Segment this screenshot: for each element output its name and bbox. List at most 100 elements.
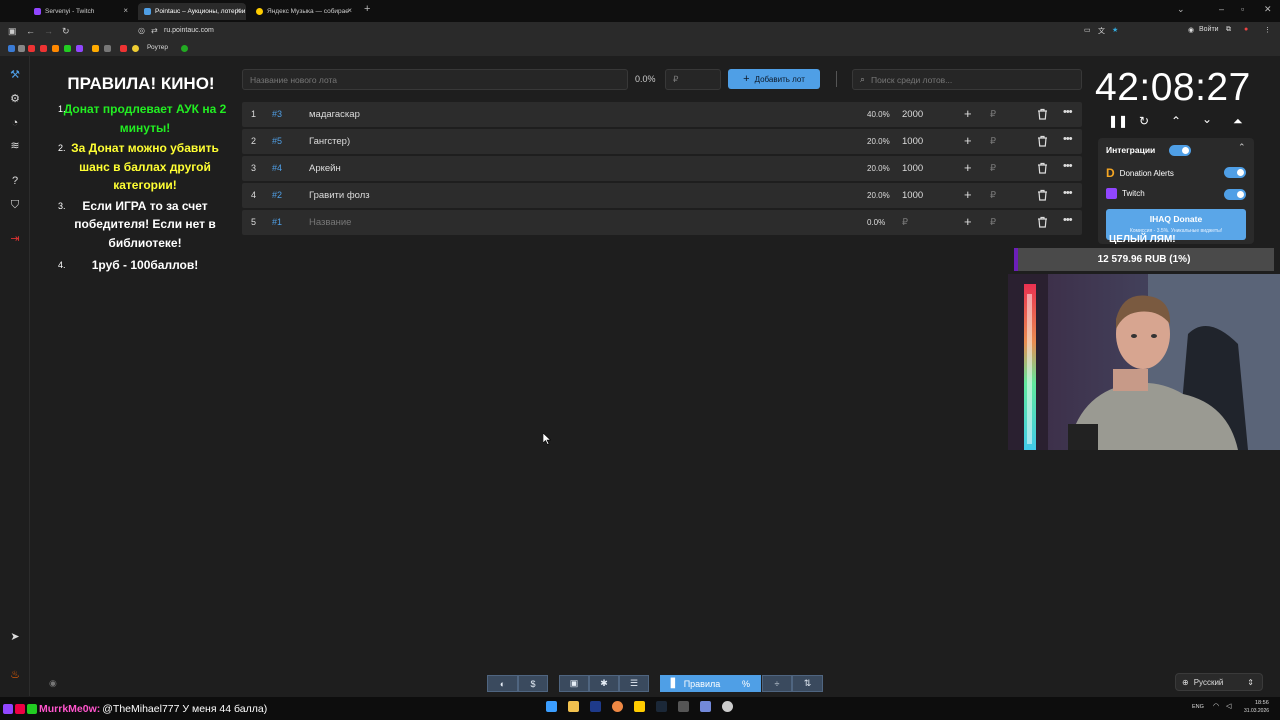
- more-icon[interactable]: •••: [1063, 133, 1073, 145]
- lot-amount-input[interactable]: ₽: [902, 217, 908, 228]
- url-field[interactable]: ru.pointauc.com: [164, 27, 214, 34]
- lot-name[interactable]: Гангстер): [309, 136, 350, 147]
- bookmark-icon[interactable]: [120, 45, 127, 52]
- rules-button[interactable]: ▋ Правила: [660, 675, 731, 692]
- app-taskbar-icon[interactable]: [678, 701, 689, 712]
- pause-icon[interactable]: ❚❚: [1108, 114, 1128, 128]
- browser-taskbar-icon[interactable]: [612, 701, 623, 712]
- delete-icon[interactable]: [1037, 189, 1048, 204]
- collapse-icon[interactable]: ⌃: [1238, 142, 1246, 153]
- help-icon[interactable]: ?: [8, 174, 22, 188]
- close-window-icon[interactable]: ✕: [1264, 4, 1272, 15]
- more-icon[interactable]: •••: [1063, 187, 1073, 199]
- add-amount-icon[interactable]: +: [964, 160, 972, 175]
- bookmark-icon[interactable]: [92, 45, 99, 52]
- delete-icon[interactable]: [1037, 108, 1048, 123]
- donate-button[interactable]: $: [518, 675, 548, 692]
- percent-toggle-button[interactable]: %: [731, 675, 761, 692]
- history-button[interactable]: ☰: [619, 675, 649, 692]
- lot-row[interactable]: 1 #3 мадагаскар 40.0% 2000 + ₽ •••: [242, 102, 1082, 127]
- close-tab-icon[interactable]: ×: [347, 6, 352, 15]
- new-lot-amount-input[interactable]: ₽: [665, 69, 721, 90]
- add-lot-button[interactable]: + Добавить лот: [728, 69, 820, 89]
- abp-icon[interactable]: ●: [1244, 26, 1248, 33]
- save-button[interactable]: ▣: [559, 675, 589, 692]
- lot-name[interactable]: Гравити фолз: [309, 190, 370, 201]
- steam-icon[interactable]: [656, 701, 667, 712]
- lot-row[interactable]: 2 #5 Гангстер) 20.0% 1000 + ₽ •••: [242, 129, 1082, 154]
- amount-input-currency[interactable]: ₽: [990, 109, 996, 120]
- logout-icon[interactable]: ⇥: [8, 232, 22, 246]
- site-settings-icon[interactable]: ⇄: [151, 26, 158, 35]
- bookmark-icon[interactable]: [52, 45, 59, 52]
- bookmark-icon[interactable]: [104, 45, 111, 52]
- obs-icon[interactable]: [722, 701, 733, 712]
- amount-input-currency[interactable]: ₽: [990, 163, 996, 174]
- tab-pointauc[interactable]: Pointauc – Аукционы, лотереи ×: [138, 3, 246, 20]
- login-button[interactable]: Войти: [1199, 26, 1219, 33]
- lot-amount[interactable]: 1000: [902, 136, 923, 147]
- minimize-icon[interactable]: –: [1219, 4, 1224, 14]
- music-taskbar-icon[interactable]: [634, 701, 645, 712]
- chevron-down-icon[interactable]: ⌄: [1202, 112, 1212, 126]
- translate-icon[interactable]: 文: [1098, 26, 1105, 36]
- telegram-icon[interactable]: ➤: [8, 630, 22, 644]
- site-info-icon[interactable]: ◎: [138, 26, 145, 35]
- twitch-toggle[interactable]: [1224, 189, 1246, 200]
- bookmark-icon[interactable]: [40, 45, 47, 52]
- sidebar-toggle-icon[interactable]: ▣: [8, 26, 17, 37]
- new-lot-name-input[interactable]: Название нового лота: [242, 69, 628, 90]
- amount-input-currency[interactable]: ₽: [990, 217, 996, 228]
- tab-list-icon[interactable]: ⌄: [1177, 4, 1185, 15]
- add-amount-icon[interactable]: +: [964, 106, 972, 121]
- reset-icon[interactable]: ↻: [1139, 114, 1149, 128]
- tab-yandex-music[interactable]: Яндекс Музыка — собирае ×: [250, 3, 357, 20]
- profile-icon[interactable]: ◉: [1188, 26, 1194, 34]
- donation-alerts-toggle[interactable]: [1224, 167, 1246, 178]
- lot-name[interactable]: Аркейн: [309, 163, 341, 174]
- input-language[interactable]: ENG: [1192, 704, 1204, 710]
- amount-input-currency[interactable]: ₽: [990, 190, 996, 201]
- extensions-icon[interactable]: ⧉: [1226, 26, 1231, 34]
- lot-amount[interactable]: 2000: [902, 109, 923, 120]
- new-tab-icon[interactable]: +: [364, 3, 370, 15]
- volume-icon[interactable]: ◁: [1226, 702, 1231, 710]
- lot-row[interactable]: 5 #1 Название 0.0% ₽ + ₽ •••: [242, 210, 1082, 235]
- delete-icon[interactable]: [1037, 135, 1048, 150]
- add-amount-icon[interactable]: +: [964, 214, 972, 229]
- chevron-up-icon[interactable]: ⌃: [1171, 114, 1181, 128]
- bookmark-icon[interactable]: [181, 45, 188, 52]
- settings-icon[interactable]: ⚙: [8, 92, 22, 106]
- file-explorer-icon[interactable]: [568, 701, 579, 712]
- lot-amount[interactable]: 1000: [902, 163, 923, 174]
- add-amount-icon[interactable]: +: [964, 187, 972, 202]
- bookmark-icon[interactable]: [18, 45, 25, 52]
- github-button[interactable]: ◐: [487, 675, 518, 692]
- amount-input-currency[interactable]: ₽: [990, 136, 996, 147]
- lot-name[interactable]: мадагаскар: [309, 109, 360, 120]
- lot-row[interactable]: 3 #4 Аркейн 20.0% 1000 + ₽ •••: [242, 156, 1082, 181]
- double-chevron-up-icon[interactable]: ⏶: [1233, 114, 1243, 129]
- lot-name-input[interactable]: Название: [309, 217, 351, 228]
- clock-date[interactable]: 31.03.2026: [1244, 708, 1269, 714]
- more-icon[interactable]: •••: [1063, 106, 1073, 118]
- language-select[interactable]: ⊕ Русский ⇕: [1175, 673, 1263, 691]
- close-tab-icon[interactable]: ×: [123, 6, 128, 15]
- layers-icon[interactable]: ≋: [8, 139, 22, 153]
- windows-start-icon[interactable]: [546, 701, 557, 712]
- bookmark-star-icon[interactable]: [132, 45, 139, 52]
- add-amount-icon[interactable]: +: [964, 133, 972, 148]
- bookmark-kick-icon[interactable]: [64, 45, 71, 52]
- bookmark-youtube-icon[interactable]: [28, 45, 35, 52]
- bug-report-button[interactable]: ✱: [589, 675, 619, 692]
- clock-time[interactable]: 18:56: [1255, 700, 1269, 706]
- shield-icon[interactable]: ⛉: [8, 198, 22, 212]
- bookmark-star-icon[interactable]: ★: [1112, 26, 1118, 34]
- bookmark-router[interactable]: Роутер: [147, 44, 168, 51]
- wifi-icon[interactable]: ◠: [1213, 702, 1219, 710]
- integrations-toggle[interactable]: [1169, 145, 1191, 156]
- close-tab-icon[interactable]: ×: [236, 6, 241, 15]
- tab-twitch[interactable]: Servenyi - Twitch ×: [28, 3, 133, 20]
- delete-icon[interactable]: [1037, 162, 1048, 177]
- menu-icon[interactable]: ⋮: [1264, 26, 1271, 34]
